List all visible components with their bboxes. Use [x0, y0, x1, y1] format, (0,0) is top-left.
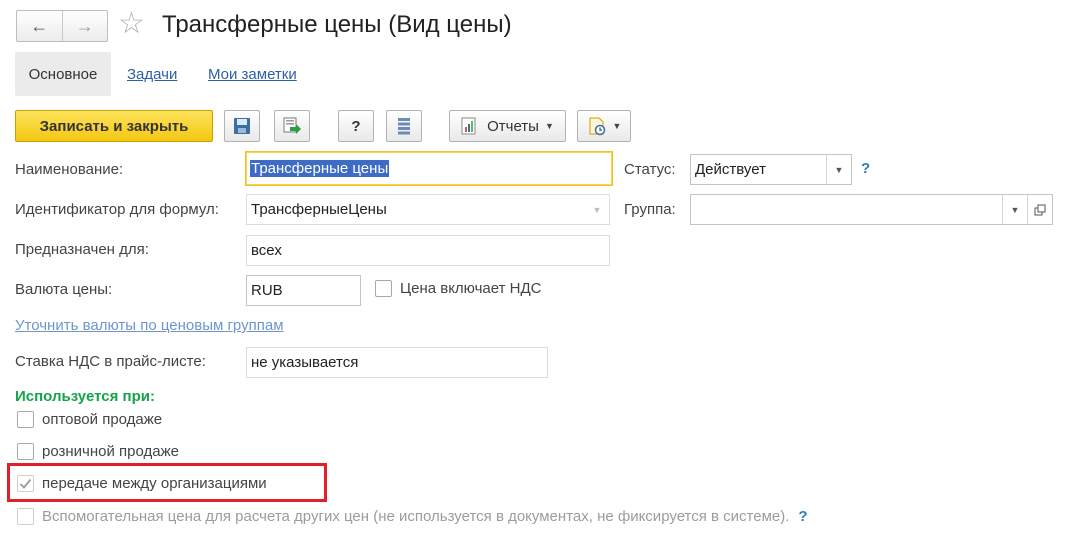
status-label: Статус: [624, 161, 676, 178]
vat-included-label: Цена включает НДС [400, 280, 542, 297]
status-help-icon[interactable]: ? [861, 160, 870, 177]
wholesale-checkbox[interactable] [17, 411, 34, 428]
formula-id-value: ТрансферныеЦены [251, 201, 387, 218]
reports-label: Отчеты [487, 117, 539, 135]
group-select[interactable]: ▼ [690, 194, 1053, 225]
status-value: Действует [695, 161, 766, 178]
auxiliary-help-icon[interactable]: ? [798, 508, 807, 525]
name-field[interactable]: Трансферные цены [245, 151, 613, 186]
vat-rate-field[interactable]: не указывается [246, 347, 548, 378]
post-document-button[interactable] [274, 110, 310, 142]
refine-currency-link[interactable]: Уточнить валюты по ценовым группам [15, 317, 284, 334]
retail-checkbox-row: розничной продаже [17, 443, 179, 460]
save-and-close-button[interactable]: Записать и закрыть [15, 110, 213, 142]
document-clock-icon [589, 117, 605, 136]
chevron-down-icon: ▼ [612, 121, 622, 131]
chevron-down-icon: ▼ [592, 204, 602, 215]
page-title: Трансферные цены (Вид цены) [162, 11, 512, 38]
formula-id-field[interactable]: ТрансферныеЦены ▼ [246, 194, 610, 225]
list-icon [398, 118, 410, 135]
wholesale-checkbox-row: оптовой продаже [17, 411, 162, 428]
currency-field[interactable]: RUB [246, 275, 361, 306]
chevron-down-icon[interactable]: ▼ [826, 155, 851, 184]
vat-rate-label: Ставка НДС в прайс-листе: [15, 353, 206, 370]
name-field-value: Трансферные цены [250, 160, 390, 177]
auxiliary-label: Вспомогательная цена для расчета других … [42, 508, 790, 525]
vat-rate-value: не указывается [251, 354, 359, 371]
purpose-label: Предназначен для: [15, 241, 149, 258]
forward-arrow-icon[interactable]: → [61, 11, 108, 41]
navigation-buttons: ← → [16, 10, 108, 42]
open-form-icon[interactable] [1027, 195, 1052, 224]
wholesale-label: оптовой продаже [42, 411, 163, 428]
auxiliary-checkbox[interactable] [17, 508, 34, 525]
group-label: Группа: [624, 201, 676, 218]
status-select[interactable]: Действует ▼ [690, 154, 852, 185]
reports-menu-button[interactable]: Отчеты ▼ [449, 110, 566, 142]
post-green-arrow-icon [283, 117, 301, 134]
tab-notes[interactable]: Мои заметки [208, 66, 297, 83]
auxiliary-checkbox-row: Вспомогательная цена для расчета других … [17, 508, 808, 525]
floppy-disk-icon [234, 118, 250, 134]
chevron-down-icon[interactable]: ▼ [1002, 195, 1027, 224]
retail-label: розничной продаже [42, 443, 179, 460]
report-chart-icon [461, 117, 476, 135]
favorite-star-icon[interactable]: ☆ [118, 6, 145, 42]
purpose-field[interactable]: всех [246, 235, 610, 266]
save-button[interactable] [224, 110, 260, 142]
currency-value: RUB [251, 282, 283, 299]
chevron-down-icon: ▼ [544, 121, 554, 131]
currency-label: Валюта цены: [15, 281, 113, 298]
tab-main[interactable]: Основное [15, 52, 111, 96]
red-highlight-frame [7, 463, 327, 502]
attachments-menu-button[interactable]: ▼ [577, 110, 631, 142]
formula-id-label: Идентификатор для формул: [15, 201, 219, 218]
help-button[interactable]: ? [338, 110, 374, 142]
tab-tasks[interactable]: Задачи [127, 66, 177, 83]
name-label: Наименование: [15, 161, 124, 178]
back-arrow-icon[interactable]: ← [17, 11, 62, 41]
list-button[interactable] [386, 110, 422, 142]
retail-checkbox[interactable] [17, 443, 34, 460]
vat-included-checkbox[interactable] [375, 280, 392, 297]
purpose-value: всех [251, 242, 282, 259]
vat-included-checkbox-row: Цена включает НДС [375, 280, 541, 297]
usage-section-heading: Используется при: [15, 388, 155, 405]
